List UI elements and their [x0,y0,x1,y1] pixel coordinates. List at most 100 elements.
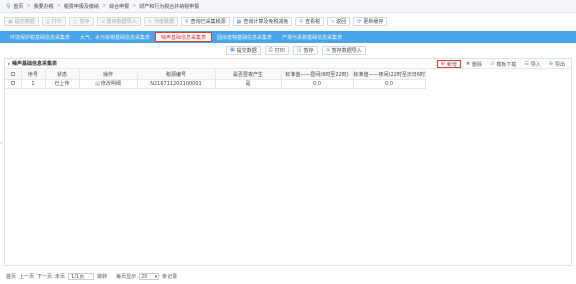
button-label: 暂存数据导入 [106,19,137,25]
delete-icon: ✖ [465,61,471,67]
tab-noise[interactable]: 噪声基础信息采集表 [155,32,213,42]
calc-icon: ▦ [236,18,242,25]
print-button[interactable]: ⎙ 打印 [41,17,66,26]
pagination-bar: 首页 上一页 下一页 末页 跳转 每页显示 20 ▾ 条记录 [6,272,177,281]
collapse-caret-icon[interactable]: ▸ [8,61,10,66]
tab-solid-waste[interactable]: 固体废物基础信息采集表 [212,32,277,42]
button-label: 更新缓存 [363,19,384,25]
button-label: 导出 [554,61,565,68]
button-label: 暂存数据导入 [331,47,362,54]
view-tax-button[interactable]: ⚲ 查看税 [295,17,325,26]
tab-air-water[interactable]: 大气、水污染物基础信息采集表 [75,32,155,42]
breadcrumb-separator: > [26,3,31,9]
breadcrumb: ⚲ 首页 > 我要办税 > 税费申报及缴纳 > 综合申报 > 财产和行为税合并纳… [0,0,576,13]
checkbox-icon [10,71,15,76]
row-status: 已上传 [45,79,80,89]
noise-table: 序号 状态 操作 税源编号 是否昼夜产生 标准值——昼间(6时至22时) 标准值… [5,70,426,89]
breadcrumb-home[interactable]: 首页 [13,3,23,10]
button-label: 打印 [51,19,62,25]
button-label: 模板下载 [496,61,517,68]
tab-import-button[interactable]: ⇲ 暂存数据导入 [321,45,366,55]
button-label: 查询计算及免税减免 [243,19,289,25]
breadcrumb-current: 财产和行为税合并纳税申报 [139,3,200,10]
select-all-checkbox[interactable] [5,70,22,80]
breadcrumb-separator: > [101,3,107,9]
last-page-link[interactable]: 末页 [55,273,65,280]
search-icon: ⚲ [299,18,304,25]
refresh-icon: ⟳ [357,18,362,25]
row-checkbox[interactable] [5,79,22,89]
tab-emission-coefficient[interactable]: 产排污系数基础信息采集表 [277,32,347,42]
column-header: 序号 [21,70,46,80]
query-calc-button[interactable]: ▦ 查询计算及免税减免 [232,17,293,26]
side-collapse-handle[interactable]: » [0,140,2,145]
noise-info-panel: ▸ 噪声基础信息采集表 ⊕ 新增 ✖ 删除 ⊙ 模板下载 ☰ 导入 ⊕ 导出 序号 状态 … [4,58,572,266]
page-size-value: 20 [141,273,148,280]
breadcrumb-tax[interactable]: 我要办税 [34,3,54,10]
tab-print-button[interactable]: ⎙ 打印 [264,45,289,55]
back-button[interactable]: «返回 [327,17,351,26]
row-index: 1 [21,79,46,89]
back-icon: « [331,18,335,25]
save-draft-button[interactable]: ◫ 暂存 [68,17,94,26]
breadcrumb-comprehensive[interactable]: 综合申报 [109,3,129,10]
button-label: 查看税 [305,19,321,25]
button-label: 作废数据 [153,19,174,25]
page-size-select[interactable]: 20 ▾ [139,273,160,280]
edit-detail-link[interactable]: ▤修改明细 [95,81,121,87]
button-label: 暂存 [79,19,90,25]
download-icon: ⊙ [490,61,495,67]
add-button[interactable]: ⊕ 新增 [436,60,461,68]
breadcrumb-separator: > [132,3,137,9]
submit-data-button[interactable]: ▣ 提交数据 [4,17,39,26]
prev-page-link[interactable]: 上一页 [19,273,34,280]
void-data-button[interactable]: ✕ 作废数据 [143,17,178,26]
button-label: 导入 [530,61,541,68]
import-icon: ⇲ [325,47,330,53]
panel-title: 噪声基础信息采集表 [12,61,58,67]
chevron-down-icon: ▾ [154,273,158,280]
tab-toolbar: ▣ 提交数据 ⎙ 打印 ◫ 暂存 ⇲ 暂存数据导入 [0,45,576,55]
button-label: 提交数据 [236,47,257,54]
tab-environment-basic[interactable]: 环境保护税基础信息采集表 [5,32,75,42]
export-button[interactable]: ⊕ 导出 [546,60,568,68]
button-label: 查询已采集税源 [190,19,226,25]
delete-button[interactable]: ✖ 删除 [463,60,485,68]
button-label: 删除 [472,61,483,68]
goto-page-button[interactable]: 跳转 [97,273,107,280]
tab-bar: 环境保护税基础信息采集表 大气、水污染物基础信息采集表 噪声基础信息采集表 固体… [0,31,576,43]
refresh-cache-button[interactable]: ⟳ 更新缓存 [353,17,388,26]
next-page-link[interactable]: 下一页 [37,273,52,280]
import-draft-button[interactable]: ⇲ 暂存数据导入 [96,17,141,26]
column-header: 是否昼夜产生 [215,70,282,80]
tab-save-button[interactable]: ◫ 暂存 [292,45,318,55]
add-icon: ⊕ [440,61,445,67]
tab-submit-button[interactable]: ▣ 提交数据 [226,45,261,55]
button-label: 返回 [336,19,347,25]
row-action-cell: ▤修改明细 [79,79,138,89]
first-page-link[interactable]: 首页 [6,273,16,280]
edit-detail-label: 修改明细 [100,81,121,87]
delete-icon: ✕ [147,18,152,25]
records-label: 条记录 [162,274,178,280]
row-night-std: 0.0 [353,79,426,89]
template-download-button[interactable]: ⊙ 模板下载 [487,60,519,68]
breadcrumb-declare[interactable]: 税费申报及缴纳 [64,3,99,10]
column-header: 税源编号 [137,70,216,80]
print-icon: ⎙ [45,18,50,25]
submit-icon: ▣ [8,18,13,25]
column-header: 状态 [45,70,80,80]
import-icon: ☰ [524,61,529,67]
page-number-input[interactable] [68,273,95,280]
edit-icon: ▤ [95,81,100,87]
import-button[interactable]: ☰ 导入 [521,60,544,68]
query-collected-button[interactable]: ⚲ 查询已采集税源 [180,17,230,26]
button-label: 提交数据 [14,19,35,25]
per-page-label: 每页显示 [116,274,137,280]
table-header-row: 序号 状态 操作 税源编号 是否昼夜产生 标准值——昼间(6时至22时) 标准值… [5,70,426,80]
row-day-std: 0.0 [281,79,354,89]
location-pin-icon: ⚲ [6,2,11,10]
column-header: 操作 [79,70,138,80]
table-row: 1 已上传 ▤修改明细 N216711202100001 是 0.0 0.0 [5,79,426,89]
import-icon: ⇲ [100,18,105,25]
